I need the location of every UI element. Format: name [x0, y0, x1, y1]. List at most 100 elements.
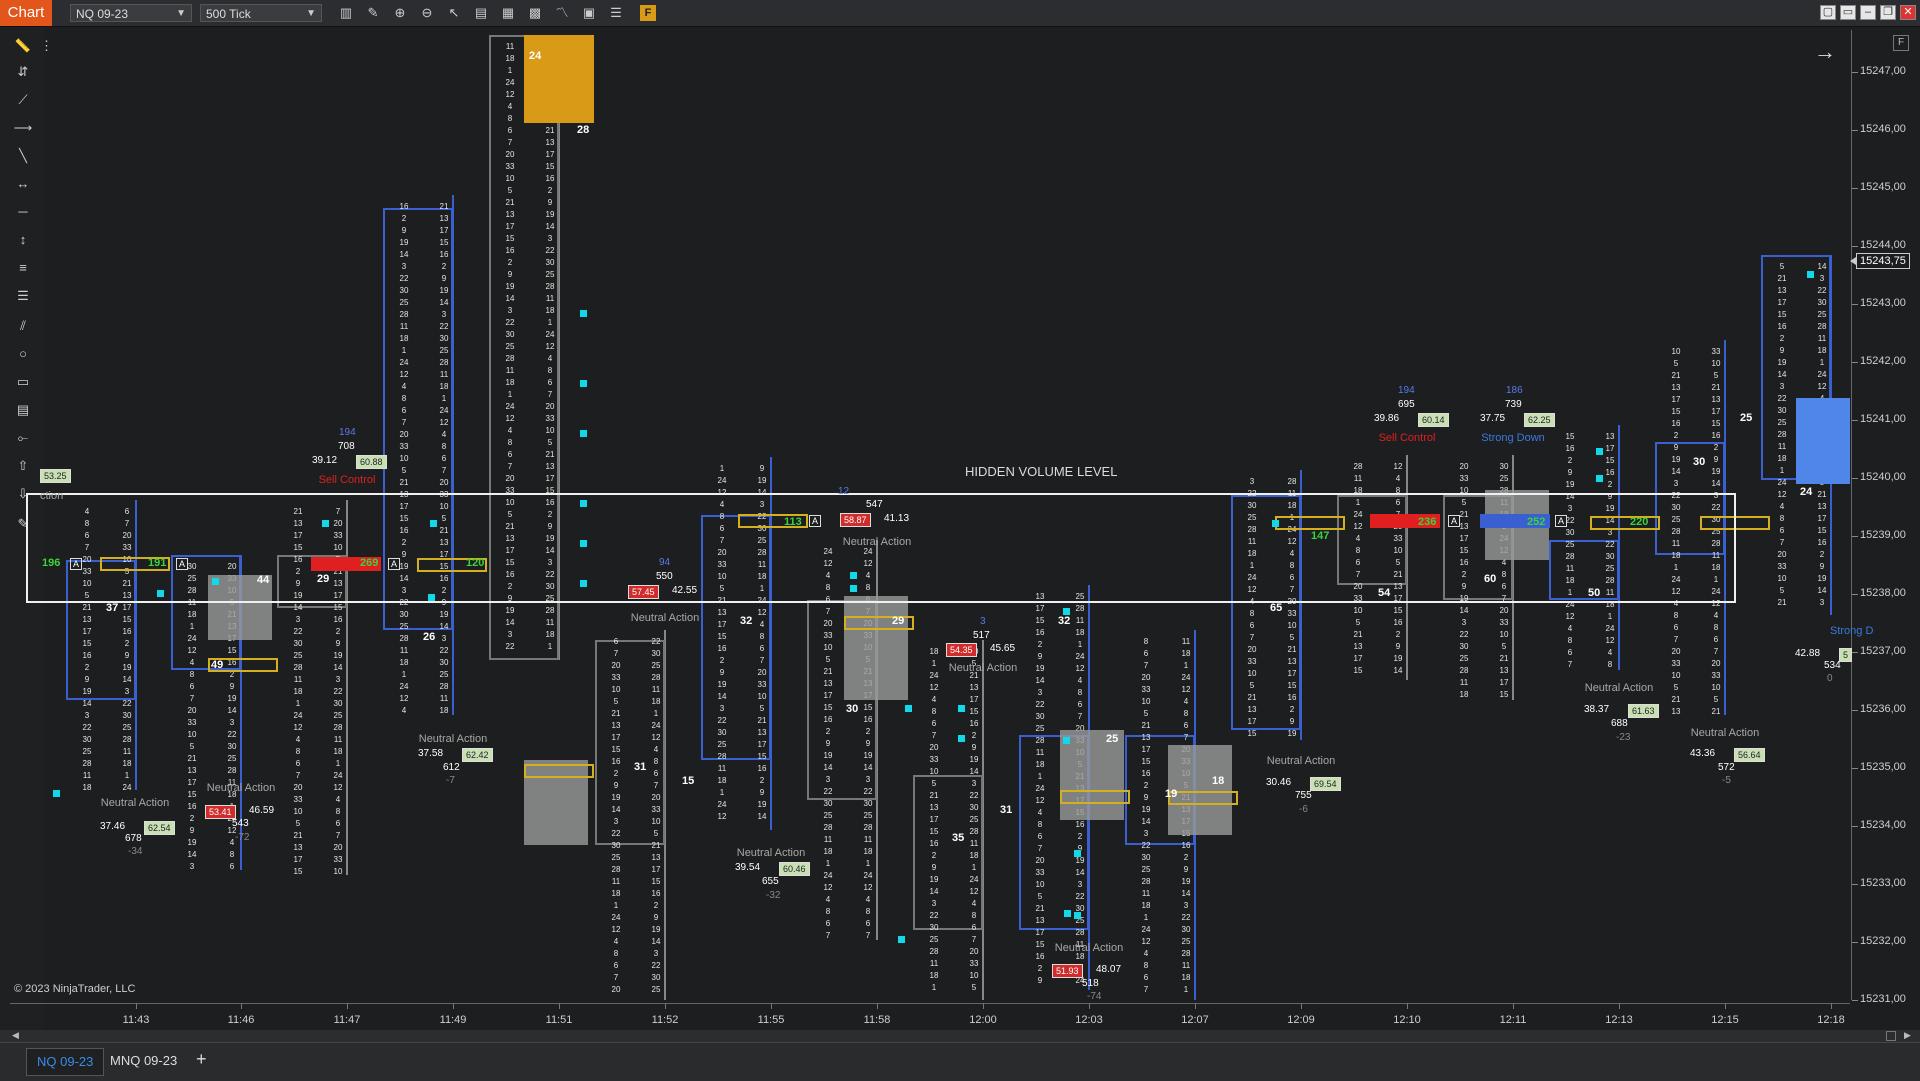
imbalance-value: 65	[1270, 602, 1283, 614]
delta-value: -34	[128, 846, 143, 857]
imbalance-value: 236	[1418, 516, 1437, 528]
buy-percentage: 39.86	[1374, 413, 1400, 424]
price-tick	[1852, 1000, 1858, 1001]
time-label: 11:47	[333, 1014, 361, 1026]
time-tick	[136, 1003, 137, 1009]
f-badge[interactable]: F	[640, 5, 656, 21]
buy-percentage: 57.45	[628, 585, 659, 599]
chevron-down-icon: ▼	[306, 8, 316, 19]
imbalance-value: 18	[1212, 775, 1225, 787]
time-label: 12:03	[1075, 1014, 1103, 1026]
add-tab-icon[interactable]: +	[196, 1049, 207, 1070]
action-label-partial: ction	[40, 490, 64, 502]
price-tick	[1852, 652, 1858, 653]
bid-column: 18 1 24 12 4 8 6 7 20 33 10 5 21 13 17 15 16 2 9 19 14 3 22 30 2…	[929, 647, 939, 992]
price-tick	[1852, 768, 1858, 769]
imbalance-value: 37	[106, 602, 119, 614]
time-tick	[453, 1003, 454, 1009]
imbalance-value: 35	[952, 832, 965, 844]
volume-total: 708	[338, 441, 355, 452]
properties-icon[interactable]: ▣	[580, 5, 598, 21]
sell-percentage: 42.55	[672, 585, 698, 596]
bid-column: 5 21 13 17 15 16 2 9 19 14 3 22 30 25 28 11 18 1 24 12 4 8 6 7 2…	[1777, 262, 1787, 607]
ask-column: 1052113171516291914322302528111812412486…	[969, 647, 979, 992]
price-label: 15243,00	[1860, 297, 1906, 309]
flag-button[interactable]: F	[1893, 35, 1909, 51]
minimize-button[interactable]: –	[1860, 5, 1876, 20]
blue-count: 194	[339, 427, 356, 438]
horizontal-scrollbar[interactable]: ◀ ▶	[0, 1030, 1920, 1042]
sell-percentage: 48.07	[1096, 964, 1122, 975]
time-tick	[1831, 1003, 1832, 1009]
maximize-button[interactable]: ❐	[1880, 5, 1896, 20]
imbalance-value: 120	[466, 557, 485, 569]
buy-percentage: 51.93	[1052, 964, 1083, 978]
price-label: 15237,00	[1860, 645, 1906, 657]
neutral-action-label: Neutral Action	[948, 662, 1018, 674]
blue-count: 3	[980, 616, 986, 627]
time-tick	[1725, 1003, 1726, 1009]
price-label: 15239,00	[1860, 529, 1906, 541]
strong-down-label: Strong Down	[1481, 432, 1545, 444]
scroll-thumb[interactable]	[1886, 1031, 1896, 1041]
tab-mnq[interactable]: MNQ 09-23	[100, 1048, 187, 1074]
time-label: 11:43	[122, 1014, 150, 1026]
price-label: 15245,00	[1860, 181, 1906, 193]
indicators-icon[interactable]: ▩	[526, 5, 544, 21]
bid-column: 24 12 4 8 6 7 20 33 10 5 21 13 17 15 16 2 9 19 14 3 22 30 25 28…	[823, 547, 833, 940]
delta-value: -72	[235, 832, 250, 843]
buy-percentage: 37.46	[100, 821, 126, 832]
ask-imbalance-letter: A	[809, 515, 822, 527]
time-tick	[877, 1003, 878, 1009]
zoom-in-icon[interactable]: ⊕	[391, 5, 409, 21]
volume-total: 543	[232, 818, 249, 829]
zoom-out-icon[interactable]: ⊖	[418, 5, 436, 21]
ask-imbalance-letter: A	[1448, 515, 1461, 527]
time-tick	[1089, 1003, 1090, 1009]
price-tick	[1852, 594, 1858, 595]
cyan-square	[53, 790, 60, 797]
blue-count: 94	[659, 557, 671, 568]
delta-value: 0	[1827, 673, 1833, 684]
tile-window-button[interactable]: ▢	[1820, 5, 1836, 20]
bid-column: 16 2 9 19 14 3 22 30 25 28 11 18 1 24 12 4 8 6 7 20 33 10 5 21 1…	[399, 202, 409, 715]
pointer-icon[interactable]: ↖	[445, 5, 463, 21]
volume-total: 739	[1505, 399, 1522, 410]
ask-imbalance-letter: A	[388, 558, 401, 570]
price-label: 15241,00	[1860, 413, 1906, 425]
instrument-dropdown[interactable]: NQ 09-23 ▼	[70, 4, 192, 22]
scroll-left-icon[interactable]: ◀	[12, 1030, 19, 1041]
price-label: 15240,00	[1860, 471, 1906, 483]
price-tick	[1852, 826, 1858, 827]
hidden-volume-label: HIDDEN VOLUME LEVEL	[965, 464, 1118, 479]
pencil-icon[interactable]: ✎	[364, 5, 382, 21]
interval-dropdown[interactable]: 500 Tick ▼	[200, 4, 322, 22]
ask-column: 22 30 25 28 11 18 1 24 12 4 8 6 7 20 33 10 5 21 13 17 15 16 2 9…	[651, 637, 661, 994]
blue-count: 186	[1506, 385, 1523, 396]
imbalance-value: 31	[634, 761, 647, 773]
chevron-down-icon: ▼	[176, 8, 186, 19]
window-size-button[interactable]: ▭	[1840, 5, 1856, 20]
buy-percentage: 43.36	[1690, 748, 1716, 759]
data-box-icon[interactable]: ▤	[472, 5, 490, 21]
imbalance-value: 24	[529, 50, 542, 62]
sell-percentage: 69.54	[1310, 777, 1341, 791]
list-icon[interactable]: ☰	[607, 5, 625, 21]
price-tick	[1852, 884, 1858, 885]
ask-imbalance-letter: A	[70, 558, 83, 570]
imbalance-value: 19	[1165, 788, 1178, 800]
scroll-right-icon[interactable]: ▶	[1904, 1030, 1911, 1041]
tab-nq[interactable]: NQ 09-23	[26, 1048, 105, 1076]
close-button[interactable]: ✕	[1900, 5, 1916, 20]
neutral-action-label: Neutral Action	[1266, 755, 1336, 767]
volume-total: 547	[866, 499, 883, 510]
time-tick	[983, 1003, 984, 1009]
buy-percentage: 53.41	[205, 805, 236, 819]
cyan-square	[1074, 850, 1081, 857]
bar-type-icon[interactable]: ▥	[337, 5, 355, 21]
imbalance-value: 32	[740, 615, 753, 627]
buy-percentage: 39.54	[735, 862, 761, 873]
delta-value: -6	[1299, 804, 1308, 815]
templates-icon[interactable]: ▦	[499, 5, 517, 21]
strategies-icon[interactable]: 〽	[553, 5, 571, 21]
